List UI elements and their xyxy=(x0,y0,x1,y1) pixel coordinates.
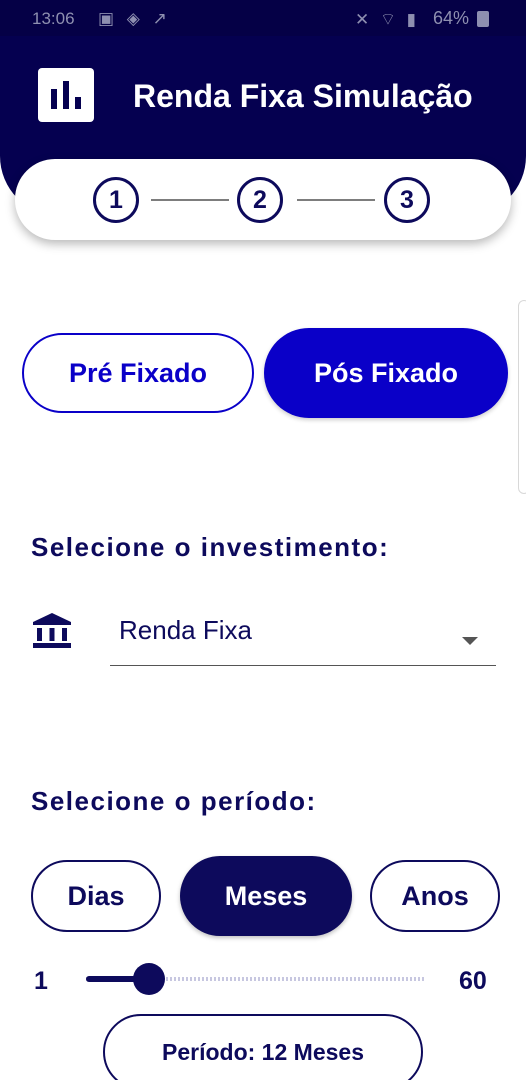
system-status-icons: ✕ ⌔ ▮ xyxy=(355,10,420,29)
battery-level: 64% xyxy=(433,8,470,28)
period-years-button[interactable]: Anos xyxy=(370,860,500,932)
investment-select[interactable]: Renda Fixa xyxy=(110,610,496,666)
pre-fixado-button[interactable]: Pré Fixado xyxy=(22,333,254,413)
notification-icons: ▣ ◈ ↗ xyxy=(98,9,171,28)
status-bar: 13:06 ▣ ◈ ↗ ✕ ⌔ ▮ 64% xyxy=(0,0,526,36)
dropdown-arrow-icon[interactable] xyxy=(462,637,478,645)
app-title: Renda Fixa Simulação xyxy=(133,78,473,114)
period-slider-thumb[interactable] xyxy=(133,963,166,995)
pos-fixado-button[interactable]: Pós Fixado xyxy=(264,328,508,418)
slider-max-label: 60 xyxy=(459,967,487,995)
step-1[interactable]: 1 xyxy=(93,177,139,223)
bank-icon xyxy=(33,613,71,648)
step-connector xyxy=(297,199,375,201)
step-2[interactable]: 2 xyxy=(237,177,283,223)
slider-min-label: 1 xyxy=(34,967,48,995)
investment-select-value: Renda Fixa xyxy=(119,615,252,645)
battery-icon xyxy=(477,11,489,27)
step-3[interactable]: 3 xyxy=(384,177,430,223)
progress-stepper: 1 2 3 xyxy=(15,159,511,240)
period-display[interactable]: Período: 12 Meses xyxy=(103,1014,423,1080)
period-months-button[interactable]: Meses xyxy=(180,856,352,936)
investment-label: Selecione o investimento: xyxy=(31,532,390,562)
period-label: Selecione o período: xyxy=(31,786,317,816)
step-connector xyxy=(151,199,229,201)
scrollbar[interactable] xyxy=(518,300,526,494)
status-time: 13:06 xyxy=(32,9,75,28)
bar-chart-icon xyxy=(38,68,94,122)
period-days-button[interactable]: Dias xyxy=(31,860,161,932)
